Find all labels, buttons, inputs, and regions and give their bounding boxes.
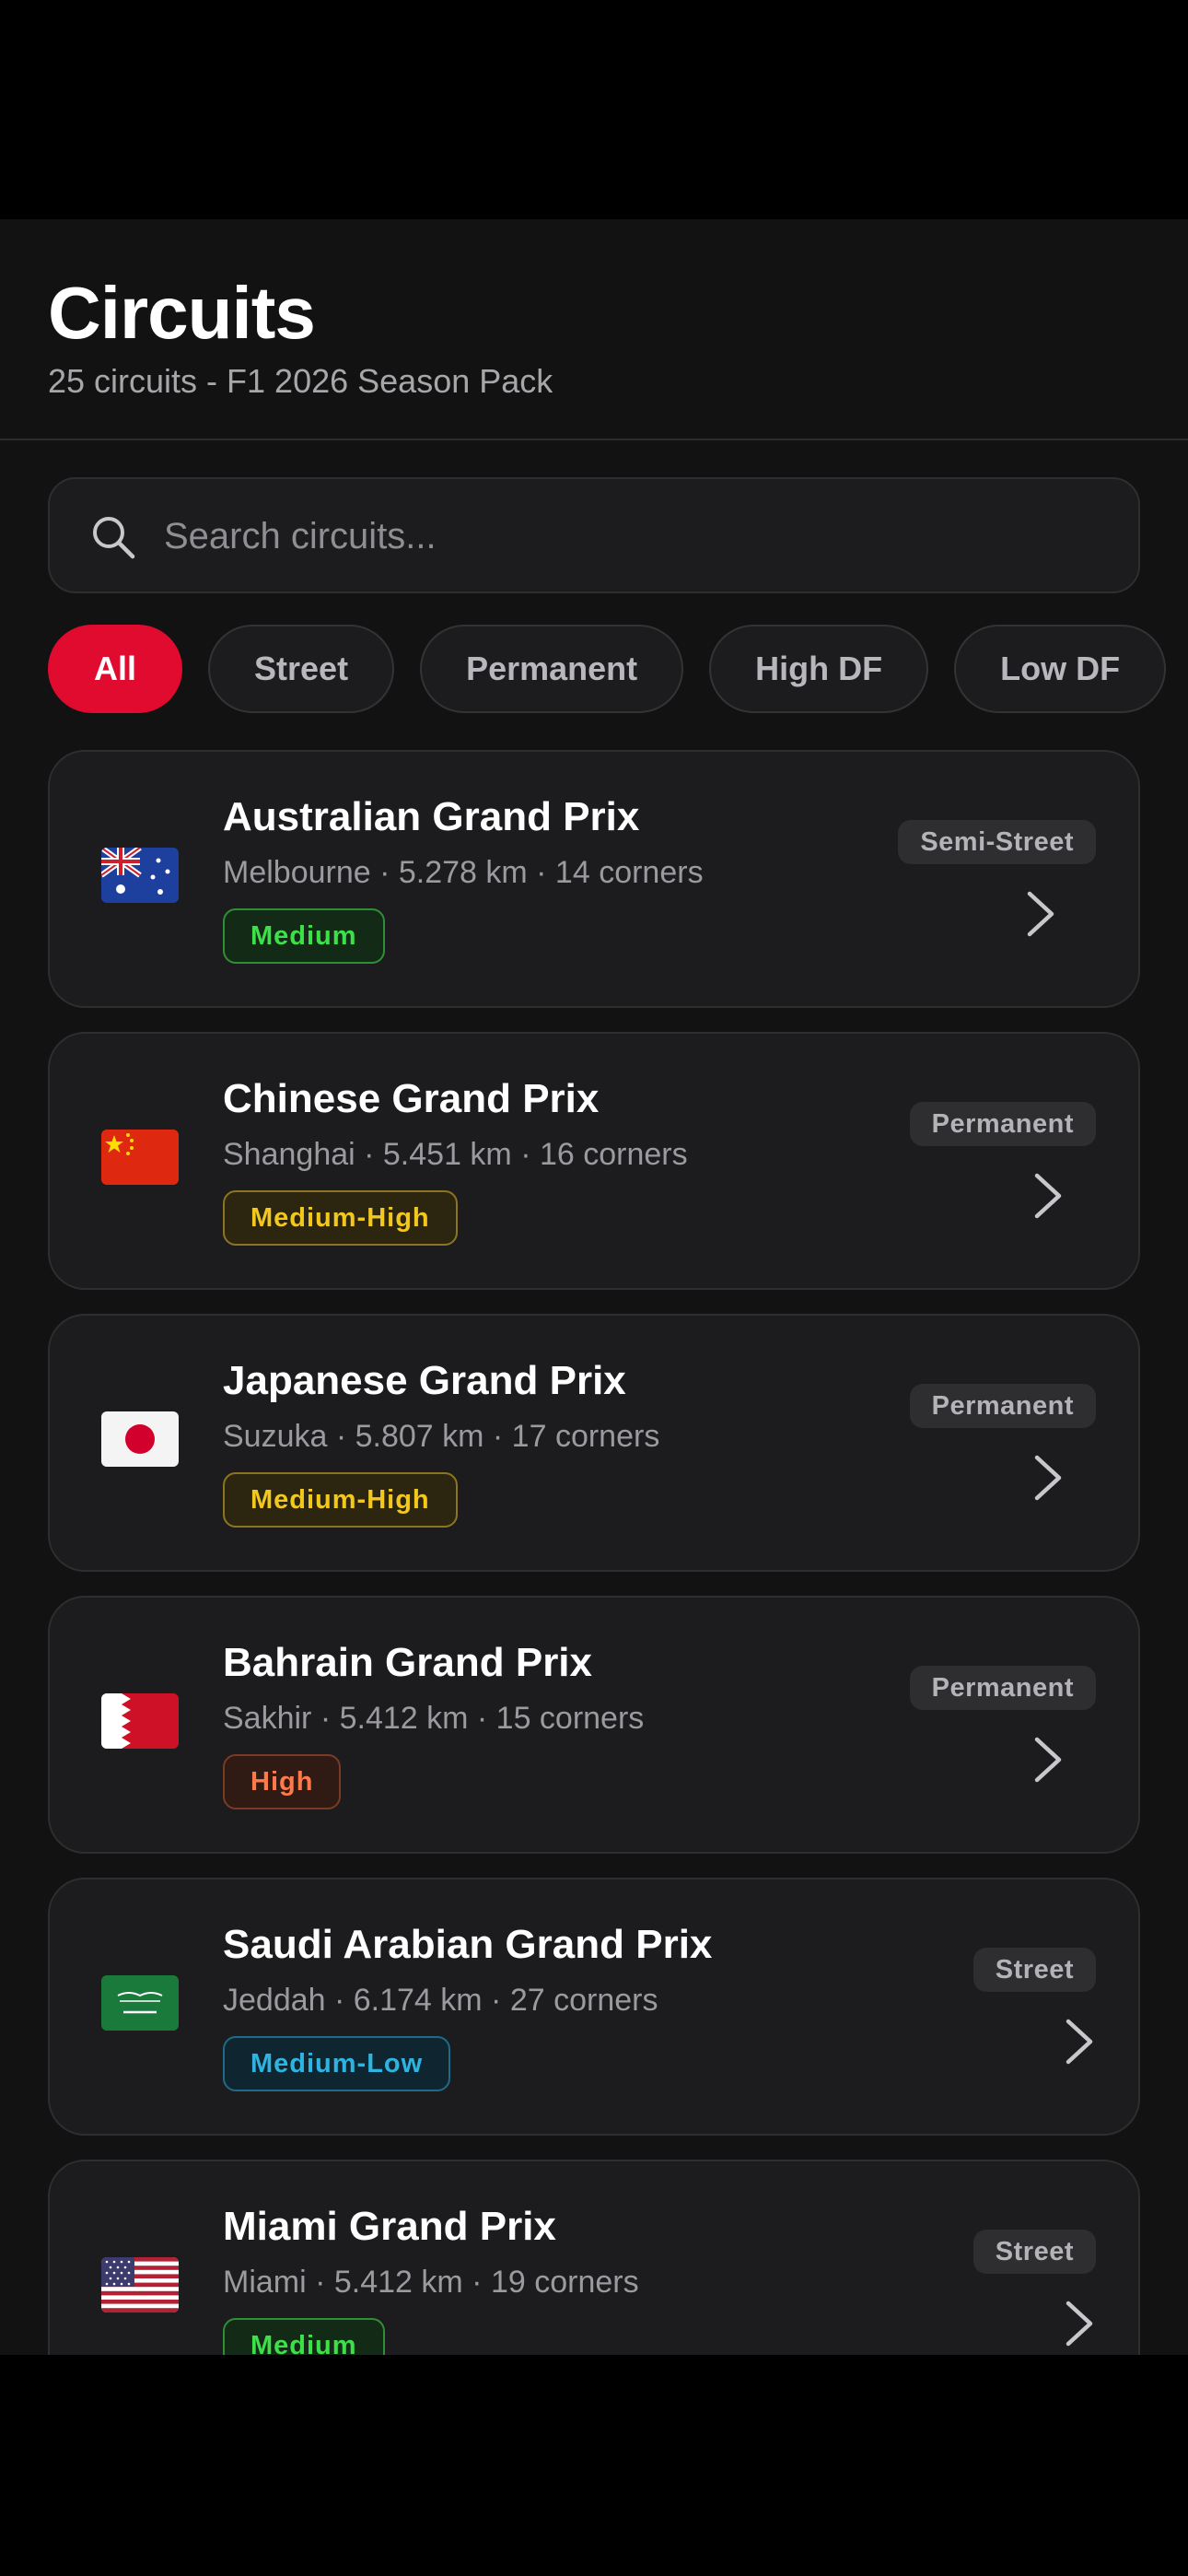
china-flag bbox=[101, 1130, 179, 1185]
circuit-type-badge: Semi-Street bbox=[898, 820, 1096, 864]
saudi-arabia-flag bbox=[101, 1975, 179, 2031]
australia-flag bbox=[101, 848, 179, 903]
chevron-right-icon bbox=[1034, 1737, 1062, 1783]
downforce-badge: Medium bbox=[223, 908, 385, 964]
home-indicator-area bbox=[0, 2355, 1188, 2576]
circuit-card[interactable]: Australian Grand Prix Melbourne · 5.278 … bbox=[48, 750, 1140, 1008]
search-input[interactable] bbox=[164, 499, 1103, 573]
circuit-name: Australian Grand Prix bbox=[223, 794, 640, 839]
circuit-type-badge: Permanent bbox=[909, 1102, 1096, 1146]
bahrain-flag bbox=[101, 1693, 179, 1749]
downforce-badge: Medium bbox=[223, 2318, 385, 2355]
chevron-right-icon bbox=[1066, 2301, 1093, 2347]
chevron-right-icon bbox=[1027, 891, 1054, 937]
usa-flag bbox=[101, 2257, 179, 2313]
circuit-name: Chinese Grand Prix bbox=[223, 1076, 600, 1121]
circuit-name: Bahrain Grand Prix bbox=[223, 1640, 593, 1685]
circuit-meta: Shanghai · 5.451 km · 16 corners bbox=[223, 1137, 688, 1172]
filter-chip-street[interactable]: Street bbox=[208, 625, 395, 713]
circuit-meta: Melbourne · 5.278 km · 14 corners bbox=[223, 855, 704, 890]
filter-chip-high-df[interactable]: High DF bbox=[709, 625, 929, 713]
downforce-badge: Medium-High bbox=[223, 1190, 458, 1246]
circuit-type-badge: Permanent bbox=[909, 1666, 1096, 1710]
circuit-meta: Jeddah · 6.174 km · 27 corners bbox=[223, 1983, 658, 2018]
circuit-card[interactable]: Bahrain Grand Prix Sakhir · 5.412 km · 1… bbox=[48, 1596, 1140, 1854]
circuit-meta: Sakhir · 5.412 km · 15 corners bbox=[223, 1701, 645, 1736]
japan-flag bbox=[101, 1411, 179, 1467]
downforce-badge: Medium-High bbox=[223, 1472, 458, 1528]
circuit-meta: Suzuka · 5.807 km · 17 corners bbox=[223, 1419, 660, 1454]
page-subtitle: 25 circuits - F1 2026 Season Pack bbox=[48, 362, 553, 400]
filter-chip-permanent[interactable]: Permanent bbox=[420, 625, 684, 713]
chevron-right-icon bbox=[1034, 1173, 1062, 1219]
circuits-screen: Circuits 25 circuits - F1 2026 Season Pa… bbox=[0, 219, 1188, 2355]
circuit-card[interactable]: Saudi Arabian Grand Prix Jeddah · 6.174 … bbox=[48, 1878, 1140, 2136]
search-bar[interactable] bbox=[48, 477, 1140, 593]
chevron-right-icon bbox=[1066, 2019, 1093, 2065]
circuit-card[interactable]: Miami Grand Prix Miami · 5.412 km · 19 c… bbox=[48, 2160, 1140, 2355]
circuit-card[interactable]: Chinese Grand Prix Shanghai · 5.451 km ·… bbox=[48, 1032, 1140, 1290]
circuit-card[interactable]: Japanese Grand Prix Suzuka · 5.807 km · … bbox=[48, 1314, 1140, 1572]
chevron-right-icon bbox=[1034, 1455, 1062, 1501]
page-header: Circuits 25 circuits - F1 2026 Season Pa… bbox=[0, 219, 1188, 440]
circuit-type-badge: Street bbox=[973, 1948, 1096, 1992]
circuit-name: Japanese Grand Prix bbox=[223, 1358, 626, 1403]
circuit-meta: Miami · 5.412 km · 19 corners bbox=[223, 2265, 639, 2300]
circuit-name: Miami Grand Prix bbox=[223, 2204, 556, 2249]
page-title: Circuits bbox=[48, 272, 316, 354]
search-icon bbox=[93, 517, 135, 559]
circuit-type-badge: Street bbox=[973, 2230, 1096, 2274]
filter-chip-low-df[interactable]: Low DF bbox=[954, 625, 1167, 713]
downforce-badge: Medium-Low bbox=[223, 2036, 451, 2091]
filter-chip-all[interactable]: All bbox=[48, 625, 183, 713]
downforce-badge: High bbox=[223, 1754, 342, 1809]
filter-chips: All Street Permanent High DF Low DF bbox=[48, 625, 1167, 713]
status-bar-area bbox=[0, 0, 1188, 219]
circuit-type-badge: Permanent bbox=[909, 1384, 1096, 1428]
circuit-name: Saudi Arabian Grand Prix bbox=[223, 1922, 713, 1967]
